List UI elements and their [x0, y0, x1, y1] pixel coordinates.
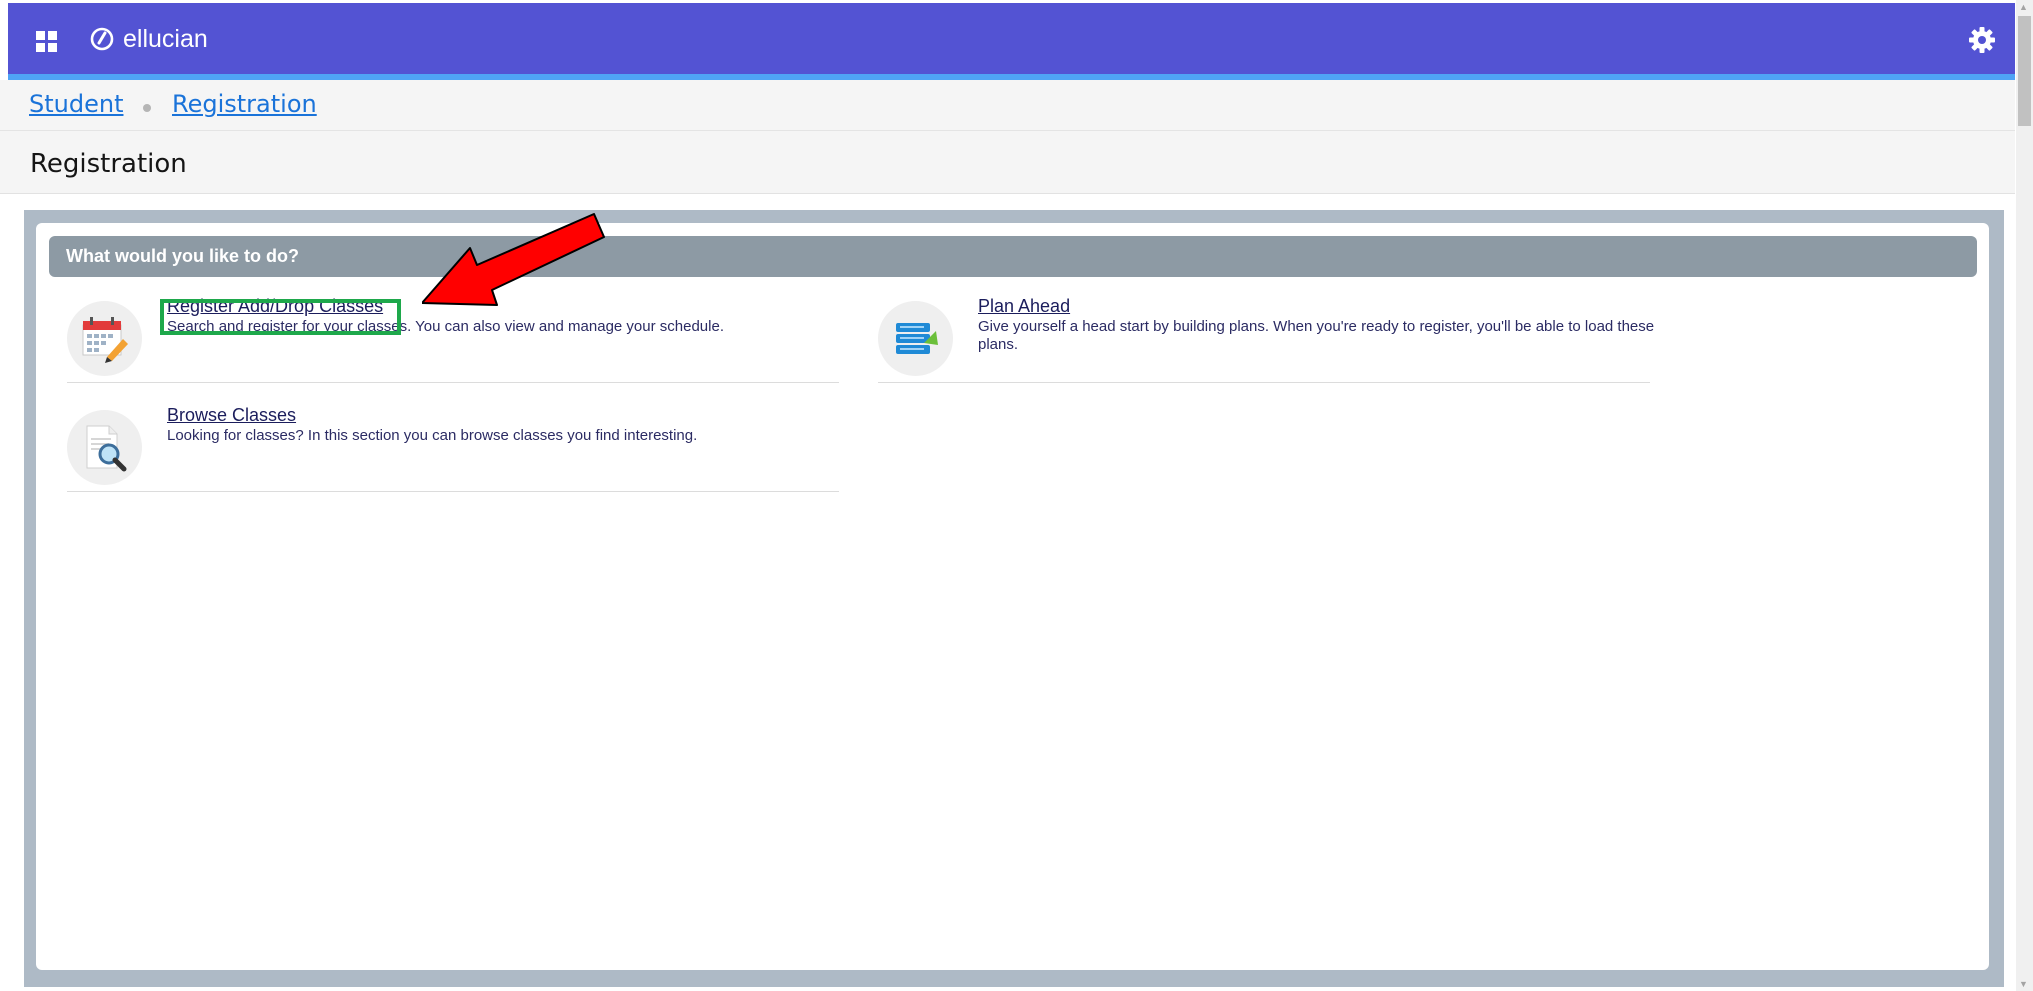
- plan-ahead-link[interactable]: Plan Ahead: [978, 296, 1070, 317]
- red-arrow-annotation: [422, 213, 605, 306]
- browse-classes-link[interactable]: Browse Classes: [167, 405, 296, 426]
- scroll-down-arrow-icon[interactable]: ▼: [2019, 979, 2028, 989]
- calendar-pencil-icon: [67, 301, 142, 376]
- breadcrumb-separator: [143, 104, 151, 112]
- apps-grid-icon[interactable]: [36, 31, 58, 53]
- plan-list-icon: [878, 301, 953, 376]
- scrollbar-thumb[interactable]: [2018, 16, 2031, 126]
- card-header: What would you like to do?: [49, 236, 1977, 277]
- action-plan-ahead: Plan Ahead Give yourself a head start by…: [878, 296, 1654, 383]
- document-magnifier-icon: [67, 410, 142, 485]
- top-header-bar: ellucian: [8, 3, 2015, 80]
- brand-name[interactable]: ellucian: [123, 25, 208, 54]
- action-browse-classes: Browse Classes Looking for classes? In t…: [67, 405, 839, 492]
- vertical-scrollbar[interactable]: ▲ ▼: [2016, 0, 2033, 991]
- plan-ahead-description: Give yourself a head start by building p…: [978, 318, 1655, 353]
- breadcrumb-registration-link[interactable]: Registration: [172, 90, 317, 118]
- page-title: Registration: [30, 149, 187, 179]
- scroll-up-arrow-icon[interactable]: ▲: [2019, 2, 2028, 12]
- gear-icon[interactable]: [1967, 25, 1997, 55]
- browse-classes-description: Looking for classes? In this section you…: [167, 427, 698, 444]
- breadcrumb-student-link[interactable]: Student: [29, 90, 123, 118]
- breadcrumb: Student Registration: [0, 80, 2015, 131]
- registration-card: What would you like to do? Register Add/…: [36, 223, 1989, 970]
- page-title-bar: Registration: [0, 131, 2015, 194]
- highlight-box: [160, 299, 401, 335]
- card-heading: What would you like to do?: [66, 246, 299, 266]
- ellucian-logo-icon: [90, 27, 114, 51]
